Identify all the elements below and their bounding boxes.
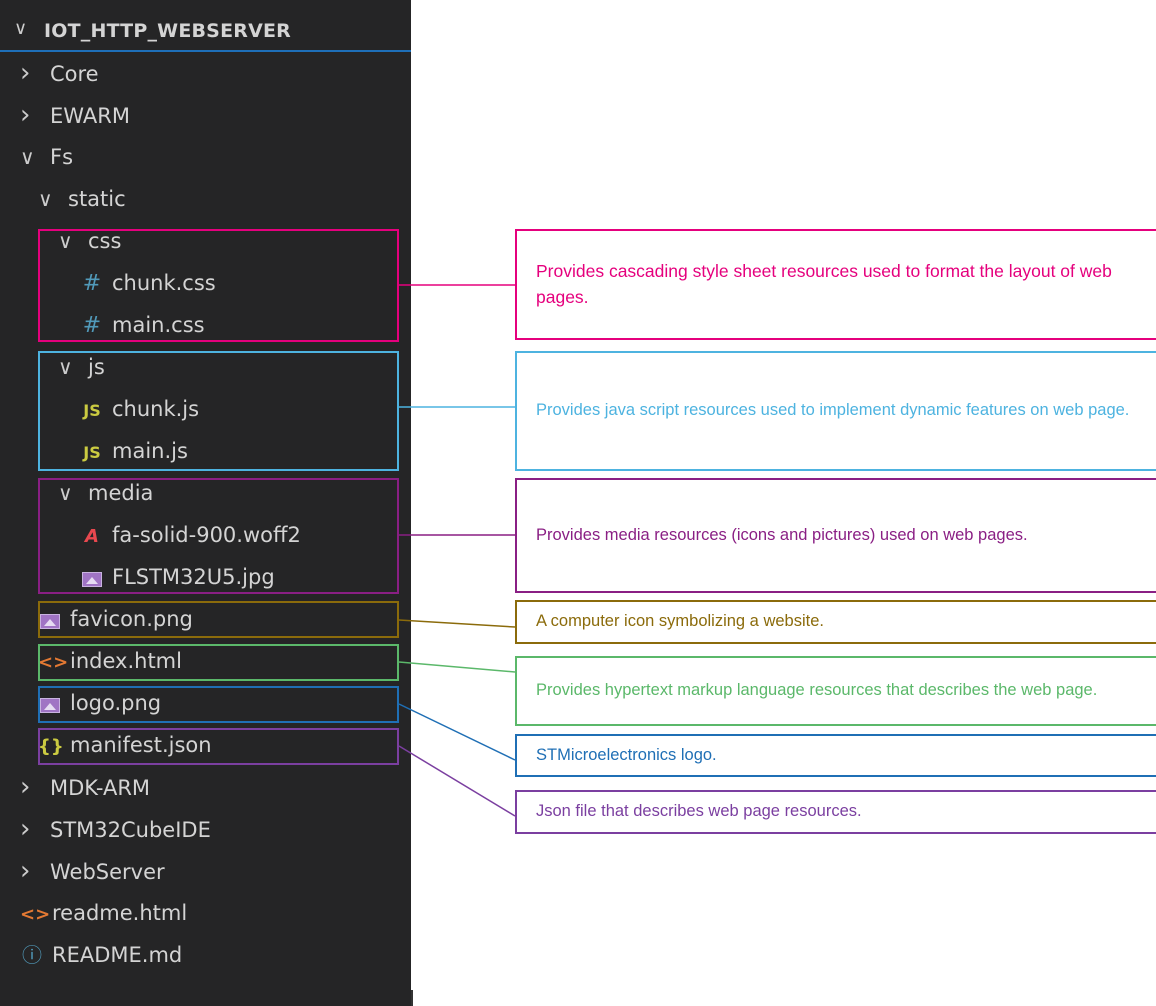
annotation-text-css: Provides cascading style sheet resources… [536,261,1112,307]
annotation-text-js: Provides java script resources used to i… [536,401,1130,420]
leader-line-manifest [398,745,516,817]
highlight-box-css [38,229,399,342]
explorer-section-header[interactable]: ∨ IOT_HTTP_WEBSERVER [0,10,411,52]
annotation-box-logo: STMicroelectronics logo. [515,734,1156,777]
tree-item-label: Core [50,62,99,86]
chevron-down-icon[interactable]: ∨ [38,178,60,220]
workspace-title: IOT_HTTP_WEBSERVER [44,20,291,42]
tree-item-label: README.md [52,943,183,967]
highlight-box-logo [38,686,399,723]
annotation-text-manifest: Json file that describes web page resour… [536,802,862,821]
tree-item-core[interactable]: › Core [20,52,99,94]
info-icon: ⓘ [22,943,42,967]
highlight-box-manifest [38,728,399,765]
chevron-down-icon[interactable]: ∨ [20,136,42,178]
highlight-box-index [38,644,399,681]
chevron-right-icon[interactable]: › [20,52,42,94]
tree-item-webserver[interactable]: › WebServer [20,850,165,892]
annotation-box-css: Provides cascading style sheet resources… [515,229,1156,340]
annotation-box-favicon: A computer icon symbolizing a website. [515,600,1156,644]
highlight-box-favicon [38,601,399,638]
tree-item-readme-md[interactable]: ⓘ README.md [20,934,182,976]
tree-item-label: WebServer [50,860,165,884]
chevron-right-icon[interactable]: › [20,94,42,136]
tree-item-ewarm[interactable]: › EWARM [20,94,130,136]
leader-line-logo [398,703,516,761]
annotation-text-favicon: A computer icon symbolizing a website. [536,612,824,631]
tree-item-label: static [68,187,126,211]
highlight-box-js [38,351,399,471]
tree-item-readme-html[interactable]: <>readme.html [20,892,187,934]
chevron-right-icon[interactable]: › [20,808,42,850]
tree-item-label: EWARM [50,104,130,128]
chevron-down-icon[interactable]: ∨ [14,18,27,39]
annotation-box-js: Provides java script resources used to i… [515,351,1156,471]
tree-item-label: MDK-ARM [50,776,151,800]
chevron-right-icon[interactable]: › [20,766,42,808]
annotation-text-logo: STMicroelectronics logo. [536,745,717,764]
tree-item-static[interactable]: ∨ static [38,178,126,220]
tree-item-stm32cubeide[interactable]: › STM32CubeIDE [20,808,211,850]
annotation-box-index: Provides hypertext markup language resou… [515,656,1156,726]
annotation-text-index: Provides hypertext markup language resou… [536,681,1098,700]
annotation-box-manifest: Json file that describes web page resour… [515,790,1156,834]
tree-item-label: readme.html [52,901,188,925]
chevron-right-icon[interactable]: › [20,850,42,892]
panel-edge [411,990,413,1006]
html-icon: <> [20,904,51,925]
highlight-box-media [38,478,399,594]
leader-line-index [398,661,516,673]
annotation-box-media: Provides media resources (icons and pict… [515,478,1156,593]
leader-line-favicon [398,619,516,628]
tree-item-label: Fs [50,145,74,169]
annotation-text-media: Provides media resources (icons and pict… [536,525,1028,544]
tree-item-label: STM32CubeIDE [50,818,211,842]
tree-item-mdk-arm[interactable]: › MDK-ARM [20,766,150,808]
tree-item-fs[interactable]: ∨ Fs [20,136,73,178]
